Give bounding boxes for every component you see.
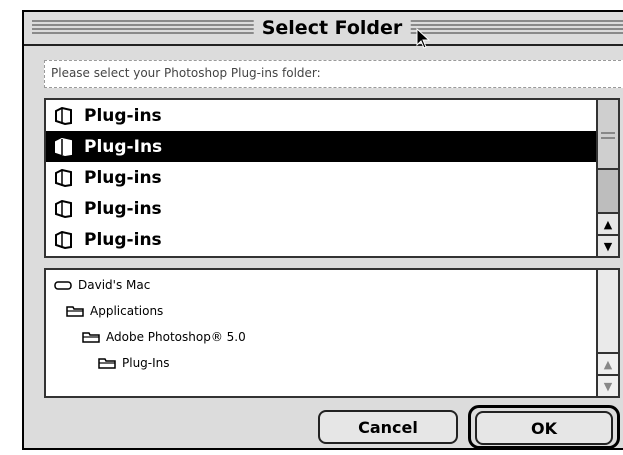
select-folder-dialog: Select Folder Please select your Photosh… [22,10,623,450]
tree-item[interactable]: David's Mac [54,272,150,298]
folder-icon [98,358,116,369]
scroll-up-icon: ▲ [603,217,613,231]
scroll-up-button[interactable]: ▲ [598,352,618,374]
scroll-up-icon: ▲ [603,357,613,371]
folder-icon [55,230,72,249]
hard-drive-icon [54,281,72,290]
tree-item-label: Plug-Ins [122,356,170,370]
list-item-label: Plug-ins [84,105,162,126]
folder-icon [55,199,72,218]
tree-item[interactable]: Adobe Photoshop® 5.0 [82,324,246,350]
scroll-down-icon: ▼ [603,379,613,393]
prompt-text: Please select your Photoshop Plug-ins fo… [44,60,623,88]
ok-button-default-ring: OK [468,405,620,449]
scroll-down-icon: ▼ [603,239,613,253]
folder-icon [55,168,72,187]
path-tree-scrollbar[interactable]: ▲ ▼ [596,270,618,396]
list-item-selected[interactable]: Plug-Ins [46,131,596,162]
scroll-down-button[interactable]: ▼ [598,234,618,256]
grip-line [601,132,615,134]
list-item-label: Plug-ins [84,229,162,250]
scroll-down-button[interactable]: ▼ [598,374,618,396]
tree-item[interactable]: Plug-Ins [98,350,170,376]
path-tree[interactable]: David's Mac Applications Adobe Photoshop… [44,268,620,398]
scroll-up-button[interactable]: ▲ [598,212,618,234]
list-item-label: Plug-Ins [84,136,163,157]
list-item[interactable]: Plug-ins [46,100,596,131]
tree-item-label: Applications [90,304,164,318]
tree-item-label: David's Mac [78,278,151,292]
folder-list-scrollbar[interactable]: ▲ ▼ [596,100,618,256]
ok-button[interactable]: OK [475,411,613,445]
window-title: Select Folder [253,16,411,40]
folder-icon [55,106,72,125]
list-item[interactable]: Plug-ins [46,162,596,193]
cancel-button[interactable]: Cancel [318,410,458,444]
list-item-label: Plug-ins [84,167,162,188]
grip-line [601,137,615,139]
folder-icon [82,332,100,343]
tree-item[interactable]: Applications [66,298,163,324]
list-item[interactable]: Plug-ins [46,193,596,224]
folder-icon [55,137,72,156]
list-item-label: Plug-ins [84,198,162,219]
tree-item-label: Adobe Photoshop® 5.0 [106,330,246,344]
scroll-thumb[interactable] [598,100,618,170]
mouse-cursor-icon [416,28,431,49]
title-bar[interactable]: Select Folder [24,12,623,49]
list-item[interactable]: Plug-ins [46,224,596,255]
folder-list[interactable]: Plug-ins Plug-Ins Plug-ins Plug-ins Plug… [44,98,620,258]
folder-icon [66,306,84,317]
